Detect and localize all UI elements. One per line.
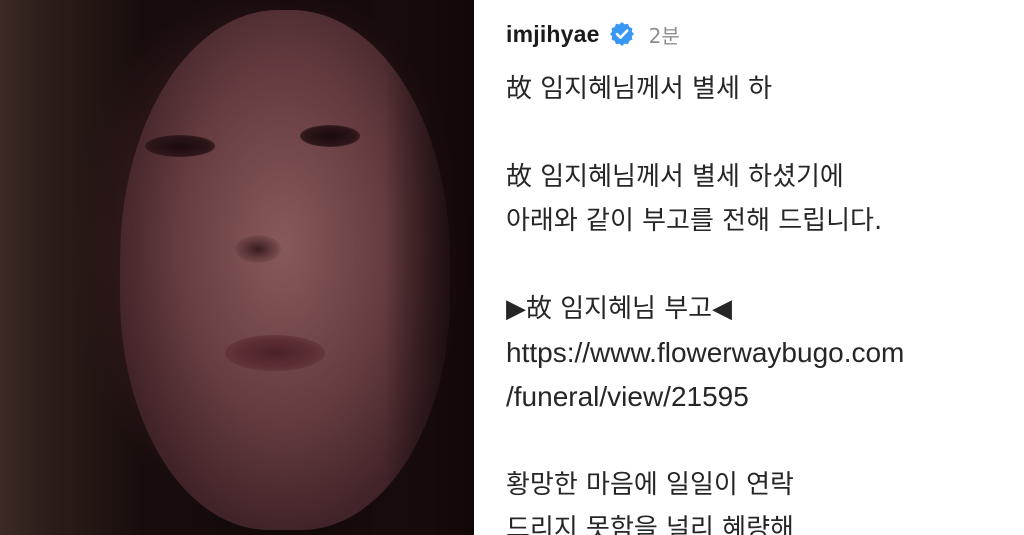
left-eye-shape [145,135,215,157]
instagram-post-panel: imjihyae 2분 故 임지혜님께서 별세 하 故 임지혜님께서 별세 하셨… [474,0,1024,535]
username-link[interactable]: imjihyae [506,21,600,48]
caption-line: 드리지 못함을 널리 혜량해 [506,514,794,535]
obituary-link-path[interactable]: /funeral/view/21595 [506,375,1016,419]
verified-badge-icon [609,21,635,47]
obituary-link[interactable]: https://www.flowerwaybugo.com [506,331,1016,375]
hair-shadow-right [384,0,474,535]
screenshot-frame: imjihyae 2분 故 임지혜님께서 별세 하 故 임지혜님께서 별세 하셨… [0,0,1024,535]
video-still-photo [0,0,474,535]
hair-shadow-left [0,0,140,535]
post-header: imjihyae 2분 [506,14,680,54]
caption-line: 황망한 마음에 일일이 연락 [506,470,794,500]
mouth-shape [225,335,325,371]
right-eye-shape [300,125,360,147]
post-caption: 故 임지혜님께서 별세 하 故 임지혜님께서 별세 하셨기에 아래와 같이 부고… [506,67,1016,535]
caption-line: 故 임지혜님께서 별세 하 [506,74,773,104]
caption-line: 故 임지혜님께서 별세 하셨기에 [506,162,844,192]
nose-shape [235,235,281,263]
caption-line: ▶故 임지혜님 부고◀ [506,294,733,324]
post-time: 2분 [648,23,680,48]
caption-line: 아래와 같이 부고를 전해 드립니다. [506,206,883,236]
